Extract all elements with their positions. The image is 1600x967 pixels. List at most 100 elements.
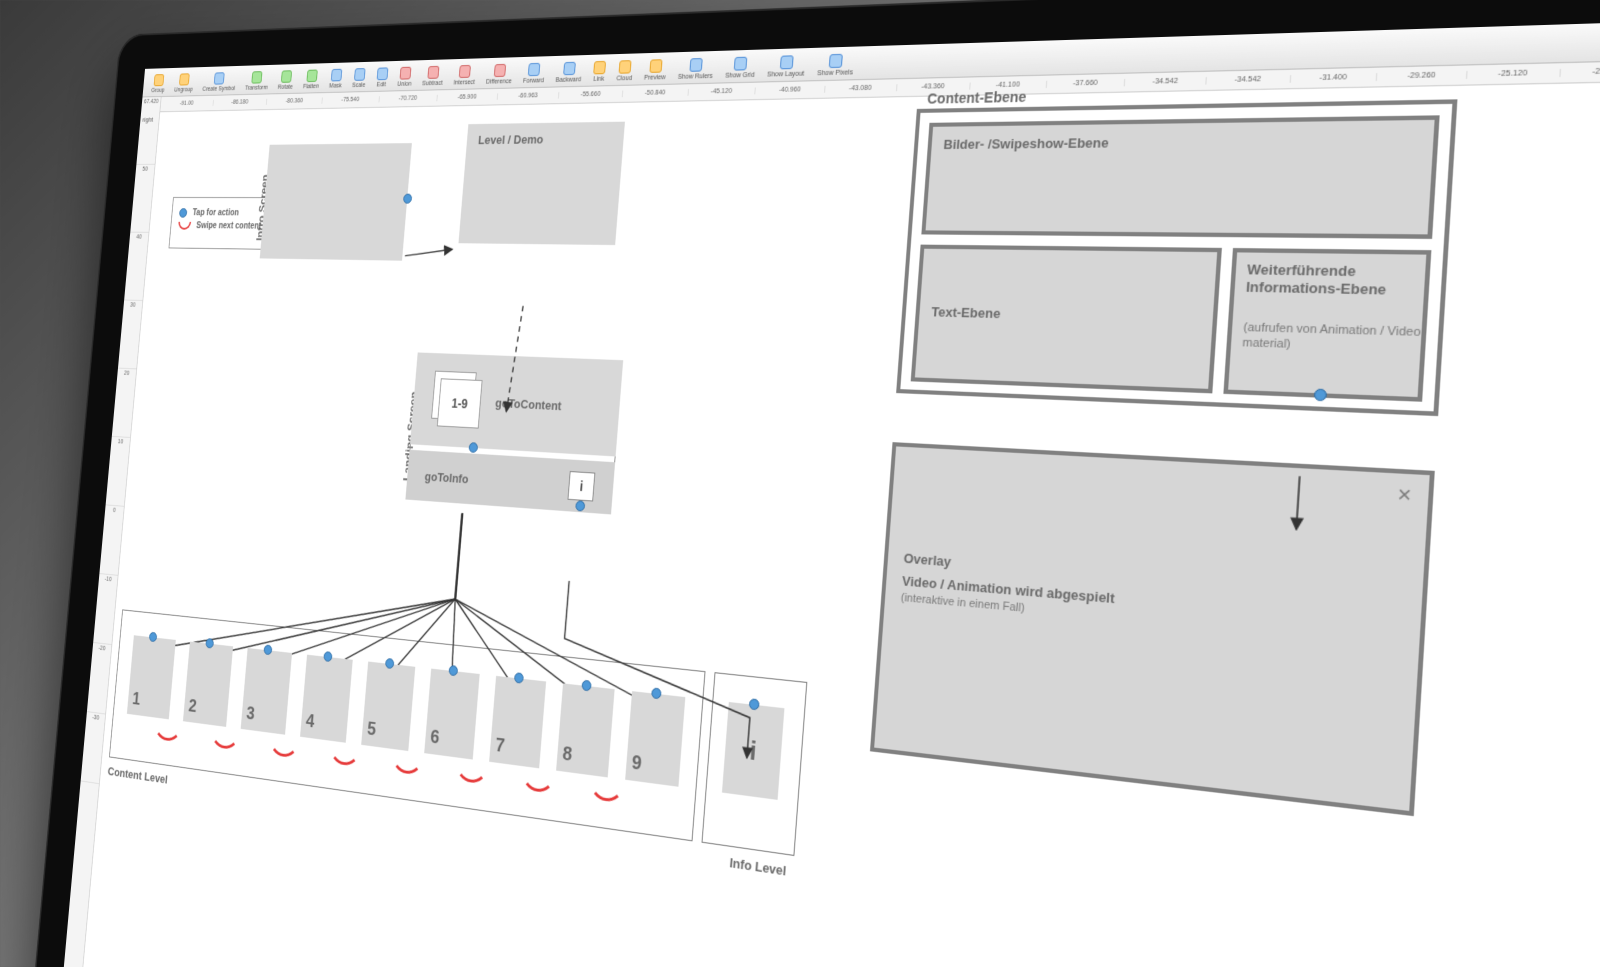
- toolbar-item[interactable]: Subtract: [422, 66, 444, 87]
- toolbar-label: Link: [593, 76, 604, 83]
- toolbar-item[interactable]: Edit: [376, 67, 388, 88]
- toolbar-item[interactable]: Intersect: [453, 65, 476, 87]
- ruler-tick: -70.720: [379, 95, 438, 103]
- toolbar-item[interactable]: Create Symbol: [202, 72, 236, 93]
- ruler-tick: -50.840: [623, 89, 689, 97]
- info-cell[interactable]: i: [722, 702, 784, 800]
- toolbar-item[interactable]: Transform: [245, 71, 269, 92]
- close-icon[interactable]: ×: [1397, 483, 1413, 510]
- cell-number: 5: [366, 719, 376, 741]
- toolbar-item[interactable]: Ungroup: [174, 73, 194, 93]
- cell-dot[interactable]: [385, 658, 394, 669]
- cell-number: 9: [631, 752, 643, 776]
- toolbar-icon: [649, 59, 662, 73]
- toolbar-item[interactable]: Flatten: [303, 69, 321, 90]
- toolbar-item[interactable]: Link: [593, 61, 607, 83]
- toolbar-label: Show Rulers: [678, 73, 713, 81]
- toolbar-item[interactable]: Show Rulers: [678, 58, 715, 81]
- toolbar-item[interactable]: Backward: [555, 62, 582, 84]
- ruler-tick: -34.542: [1206, 75, 1290, 84]
- toolbar-item[interactable]: Show Layout: [767, 55, 806, 79]
- weiter-dot[interactable]: [1314, 389, 1327, 402]
- toolbar-label: Show Grid: [725, 72, 755, 80]
- ruler-tick: -86.180: [213, 99, 267, 106]
- toolbar-icon: [593, 61, 606, 74]
- cell-dot[interactable]: [323, 651, 332, 662]
- legend-swipe-label: Swipe next content: [196, 221, 262, 231]
- toolbar-item[interactable]: Forward: [523, 63, 546, 85]
- bilder-panel[interactable]: Bilder- /Swipeshow-Ebene: [921, 115, 1439, 239]
- content-cell[interactable]: 2: [183, 642, 233, 727]
- toolbar-icon: [179, 73, 190, 85]
- toolbar-item[interactable]: Show Pixels: [817, 54, 854, 78]
- toolbar-item[interactable]: Scale: [352, 68, 367, 89]
- content-cell[interactable]: 4: [300, 655, 353, 743]
- toolbar-item[interactable]: Preview: [644, 59, 667, 81]
- toolbar-item[interactable]: Show Grid: [725, 56, 756, 79]
- level-demo-box[interactable]: Level / Demo: [458, 122, 624, 245]
- level-demo-label: Level / Demo: [478, 132, 544, 147]
- cell-number: 1: [132, 689, 142, 710]
- overlay-panel[interactable]: × Overlay Video / Animation wird abgespi…: [870, 442, 1435, 816]
- toolbar-item[interactable]: Group: [151, 74, 166, 94]
- toolbar-label: Create Symbol: [202, 86, 235, 93]
- cell-dot[interactable]: [581, 680, 591, 692]
- intro-tap-dot[interactable]: [403, 194, 412, 204]
- content-cell[interactable]: 8: [556, 683, 615, 777]
- toolbar-item[interactable]: Union: [397, 67, 413, 88]
- cell-dot[interactable]: [448, 665, 458, 676]
- content-cell[interactable]: 7: [489, 676, 546, 768]
- weiter-title: Weiterführende Informations-Ebene: [1245, 261, 1425, 300]
- weiter-panel[interactable]: Weiterführende Informations-Ebene (aufru…: [1223, 248, 1431, 402]
- toolbar-icon: [306, 70, 317, 83]
- toolbar-label: Subtract: [422, 80, 443, 87]
- cell-dot[interactable]: [149, 632, 158, 642]
- cell-dot[interactable]: [263, 644, 272, 655]
- ruler-tick: -91.00: [161, 100, 214, 107]
- info-cell-dot[interactable]: [749, 698, 760, 710]
- toolbar-icon: [528, 63, 541, 76]
- canvas[interactable]: Tap for action Swipe next content Intro …: [81, 82, 1600, 967]
- cell-number: 8: [562, 743, 573, 767]
- toolbar-item[interactable]: Cloud: [616, 60, 633, 82]
- toolbar-icon: [780, 55, 794, 69]
- content-cell[interactable]: 1: [127, 635, 176, 719]
- cell-dot[interactable]: [514, 672, 524, 684]
- tap-dot-icon: [179, 208, 187, 217]
- ruler-tick: -60.963: [497, 92, 559, 100]
- ruler-corner-label: right: [142, 116, 153, 124]
- toolbar-label: Cloud: [616, 75, 632, 82]
- toolbar-item[interactable]: Rotate: [277, 70, 294, 90]
- toolbar-label: Scale: [352, 82, 366, 89]
- toolbar-item[interactable]: Difference: [486, 64, 513, 86]
- info-level-frame: [702, 672, 808, 856]
- cell-dot[interactable]: [651, 687, 662, 699]
- content-level-label: Content Level: [107, 764, 168, 786]
- info-button[interactable]: i: [568, 471, 596, 501]
- toolbar-icon: [689, 58, 702, 72]
- landing-info-dot[interactable]: [575, 500, 585, 511]
- toolbar-icon: [252, 71, 263, 83]
- ruler-tick: -55.660: [559, 91, 623, 99]
- cell-number: 7: [495, 735, 506, 758]
- toolbar-item[interactable]: Mask: [329, 69, 343, 90]
- landing-screen-box[interactable]: 1-9 goToContent goToInfo i: [405, 352, 623, 514]
- content-cell[interactable]: 5: [361, 662, 415, 751]
- toolbar-icon: [281, 70, 292, 82]
- bilder-label: Bilder- /Swipeshow-Ebene: [943, 135, 1109, 152]
- content-cell[interactable]: 9: [625, 691, 685, 787]
- card-stack-icon[interactable]: 1-9: [430, 371, 484, 431]
- text-ebene-label: Text-Ebene: [931, 304, 1001, 321]
- cell-dot[interactable]: [205, 638, 214, 649]
- content-ebene-frame: [896, 99, 1457, 416]
- toolbar-label: Flatten: [303, 84, 319, 91]
- intro-screen-box[interactable]: [260, 143, 412, 261]
- toolbar-label: Ungroup: [174, 87, 193, 93]
- info-level-label: Info Level: [729, 855, 787, 879]
- content-cell[interactable]: 3: [241, 648, 292, 735]
- toolbar-label: Union: [397, 81, 412, 88]
- ruler-tick: -29.260: [1377, 71, 1467, 81]
- ruler-tick: -45.120: [688, 87, 756, 95]
- content-cell[interactable]: 6: [424, 669, 480, 760]
- toolbar-icon: [563, 62, 576, 75]
